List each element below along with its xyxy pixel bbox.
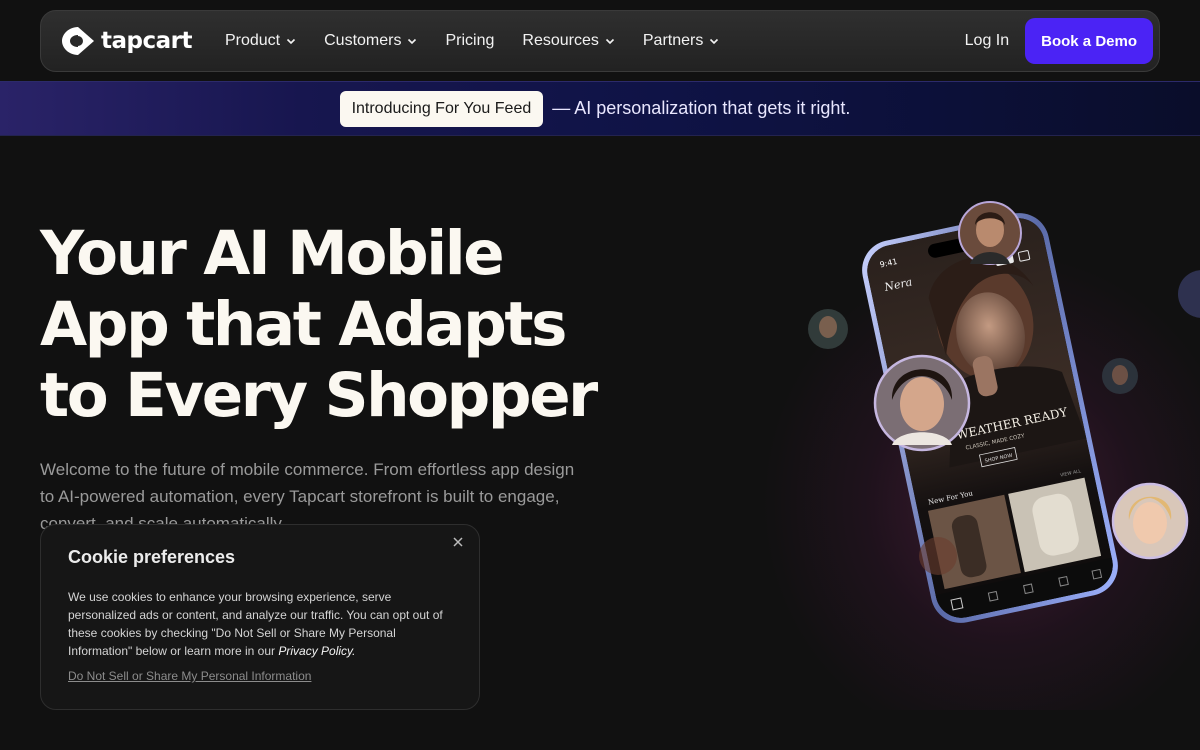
announcement-pill[interactable]: Introducing For You Feed [339, 90, 544, 127]
tapcart-logo-icon [62, 27, 94, 55]
nav-item-customers[interactable]: Customers [324, 32, 417, 50]
announcement-bar[interactable]: Introducing For You Feed — AI personaliz… [0, 81, 1200, 136]
login-link[interactable]: Log In [965, 32, 1009, 50]
avatar-small-left [808, 309, 848, 349]
nav-item-resources[interactable]: Resources [522, 32, 614, 50]
nav-item-label: Customers [324, 32, 402, 49]
nav-item-partners[interactable]: Partners [643, 32, 719, 50]
nav-item-product[interactable]: Product [225, 32, 296, 50]
avatar-small-right [1102, 358, 1138, 394]
cookie-preferences-dialog: Cookie preferences We use cookies to enh… [40, 524, 480, 710]
nav-item-pricing[interactable]: Pricing [445, 32, 494, 50]
cookie-body-text: We use cookies to enhance your browsing … [68, 590, 443, 658]
main-menu: Product Customers Pricing Resources Part… [225, 32, 747, 50]
chevron-down-icon [408, 38, 417, 45]
phone-mockup-illustration: 9:41 Nera COLD WEATHER READY CLASSIC, MA… [808, 201, 1200, 623]
logo-wordmark: tapcart [101, 28, 192, 54]
announcement-text: — AI personalization that gets it right. [552, 98, 851, 118]
avatar-left-large [873, 354, 971, 452]
close-icon[interactable] [451, 535, 465, 549]
cookie-body: We use cookies to enhance your browsing … [68, 588, 452, 660]
nav-item-label: Pricing [445, 32, 495, 49]
chevron-down-icon [287, 38, 296, 45]
nav-item-label: Product [224, 32, 281, 49]
privacy-policy-link[interactable]: Privacy Policy. [278, 644, 355, 658]
avatar-right [1111, 482, 1189, 560]
do-not-sell-link[interactable]: Do Not Sell or Share My Personal Informa… [68, 669, 452, 683]
avatar-edge-right [1178, 270, 1200, 318]
nav-item-label: Resources [522, 32, 599, 49]
avatar-top [958, 201, 1022, 265]
top-navigation: tapcart Product Customers Pricing Resour… [40, 10, 1160, 72]
hero-title-line: Your AI Mobile [40, 218, 505, 289]
book-demo-button[interactable]: Book a Demo [1025, 18, 1153, 64]
brand-logo[interactable]: tapcart [60, 25, 192, 57]
cookie-title: Cookie preferences [68, 547, 236, 567]
hero-title-line: App that Adapts [40, 289, 567, 360]
nav-item-label: Partners [642, 32, 704, 49]
avatar-small-bottom [919, 537, 957, 575]
nav-actions: Log In Book a Demo [965, 18, 1153, 64]
hero-title: Your AI Mobile App that Adapts to Every … [40, 218, 640, 431]
hero-title-line: to Every Shopper [40, 360, 598, 431]
chevron-down-icon [605, 38, 614, 45]
chevron-down-icon [710, 38, 719, 45]
